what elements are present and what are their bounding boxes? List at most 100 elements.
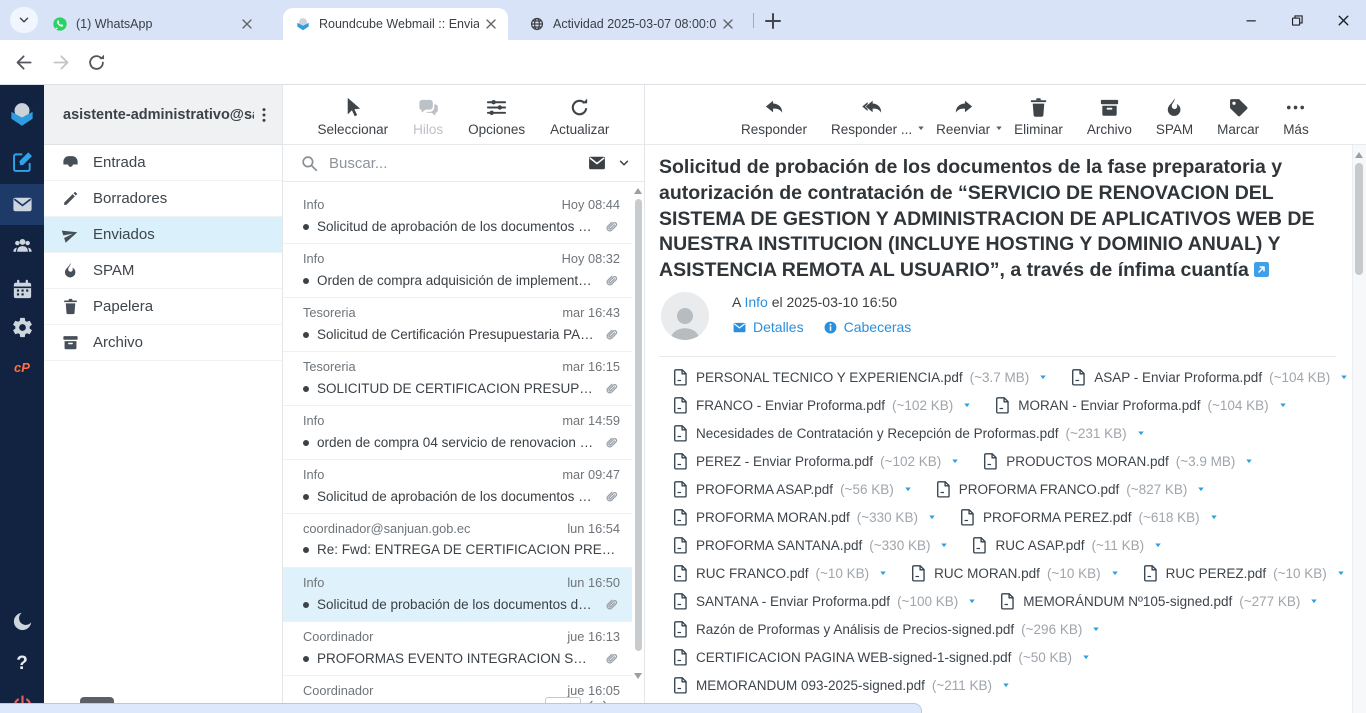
- external-link-icon[interactable]: [1254, 262, 1269, 277]
- list-toolbar-chat-button[interactable]: Hilos: [413, 96, 443, 137]
- attachment-chip[interactable]: ASAP - Enviar Proforma.pdf(~104 KB): [1070, 368, 1349, 387]
- mail-toolbar-tag-button[interactable]: Marcar: [1217, 96, 1259, 137]
- message-list-item[interactable]: InfoHoy 08:32Orden de compra adquisición…: [283, 244, 632, 298]
- minimize-button[interactable]: [1228, 0, 1274, 40]
- rail-help[interactable]: ?: [0, 643, 44, 684]
- attachment-chip[interactable]: Razón de Proformas y Análisis de Precios…: [672, 620, 1101, 639]
- folder-item-enviados[interactable]: Enviados: [44, 217, 282, 253]
- back-button[interactable]: [14, 52, 35, 73]
- tab-close-button[interactable]: [720, 16, 736, 32]
- reload-button[interactable]: [86, 52, 107, 73]
- rail-contacts[interactable]: [0, 225, 44, 266]
- attachment-chip[interactable]: RUC ASAP.pdf(~11 KB): [971, 536, 1163, 555]
- attachment-menu-caret-icon[interactable]: [939, 540, 949, 550]
- mail-toolbar-reply-button[interactable]: Responder: [741, 96, 807, 137]
- attachment-menu-caret-icon[interactable]: [967, 596, 977, 606]
- mail-toolbar-fire-button[interactable]: SPAM: [1156, 96, 1193, 137]
- reading-scrollbar-thumb[interactable]: [1355, 163, 1363, 275]
- folder-item-spam[interactable]: SPAM: [44, 253, 282, 289]
- dropdown-caret-icon[interactable]: [916, 123, 926, 133]
- mail-toolbar-reply-all-button[interactable]: Responder ...: [831, 96, 912, 137]
- attachment-chip[interactable]: Necesidades de Contratación y Recepción …: [672, 424, 1146, 443]
- restore-button[interactable]: [1274, 0, 1320, 40]
- attachment-menu-caret-icon[interactable]: [1153, 540, 1163, 550]
- attachment-menu-caret-icon[interactable]: [1038, 372, 1048, 382]
- attachment-chip[interactable]: PROFORMA SANTANA.pdf(~330 KB): [672, 536, 949, 555]
- tab-close-button[interactable]: [483, 16, 499, 32]
- attachment-chip[interactable]: PRODUCTOS MORAN.pdf(~3.9 MB): [982, 452, 1254, 471]
- attachment-chip[interactable]: SANTANA - Enviar Proforma.pdf(~100 KB): [672, 592, 977, 611]
- forward-button[interactable]: [50, 52, 71, 73]
- rail-compose[interactable]: [0, 142, 44, 183]
- attachment-menu-caret-icon[interactable]: [1091, 624, 1101, 634]
- attachment-chip[interactable]: PROFORMA FRANCO.pdf(~827 KB): [935, 480, 1207, 499]
- search-options-chevron-icon[interactable]: [617, 156, 631, 170]
- attachment-chip[interactable]: PROFORMA MORAN.pdf(~330 KB): [672, 508, 937, 527]
- attachment-menu-caret-icon[interactable]: [903, 484, 913, 494]
- attachment-menu-caret-icon[interactable]: [1209, 512, 1219, 522]
- attachment-chip[interactable]: RUC FRANCO.pdf(~10 KB): [672, 564, 888, 583]
- message-list-item[interactable]: Tesoreriamar 16:15SOLICITUD DE CERTIFICA…: [283, 352, 632, 406]
- message-list-item[interactable]: InfoHoy 08:44Solicitud de aprobación de …: [283, 190, 632, 244]
- mail-toolbar-forward-mail-button[interactable]: Reenviar: [936, 96, 990, 137]
- account-menu-icon[interactable]: [254, 105, 274, 125]
- list-toolbar-cursor-button[interactable]: Seleccionar: [318, 96, 389, 137]
- message-list-item[interactable]: coordinador@sanjuan.gob.eclun 16:54Re: F…: [283, 514, 632, 568]
- folder-item-archivo[interactable]: Archivo: [44, 325, 282, 361]
- folder-item-borradores[interactable]: Borradores: [44, 181, 282, 217]
- attachment-chip[interactable]: PERSONAL TECNICO Y EXPERIENCIA.pdf(~3.7 …: [672, 368, 1048, 387]
- attachment-menu-caret-icon[interactable]: [1336, 568, 1346, 578]
- attachment-menu-caret-icon[interactable]: [1001, 680, 1011, 690]
- list-toolbar-sliders-button[interactable]: Opciones: [468, 96, 525, 137]
- attachment-chip[interactable]: RUC MORAN.pdf(~10 KB): [910, 564, 1119, 583]
- mail-toolbar-dots-button[interactable]: Más: [1283, 96, 1309, 137]
- attachment-menu-caret-icon[interactable]: [962, 400, 972, 410]
- attachment-menu-caret-icon[interactable]: [1081, 652, 1091, 662]
- browser-tab[interactable]: Roundcube Webmail :: Enviados: [283, 8, 508, 40]
- browser-tab[interactable]: Actividad 2025-03-07 08:00:00: [517, 8, 745, 40]
- rail-cpanel[interactable]: cP: [0, 347, 44, 388]
- mail-toolbar-trash-button[interactable]: Eliminar: [1014, 96, 1063, 137]
- message-list-item[interactable]: Infomar 09:47Solicitud de aprobación de …: [283, 460, 632, 514]
- rail-settings[interactable]: [0, 307, 44, 348]
- attachment-chip[interactable]: PROFORMA ASAP.pdf(~56 KB): [672, 480, 913, 499]
- attachment-menu-caret-icon[interactable]: [1309, 596, 1319, 606]
- attachment-menu-caret-icon[interactable]: [1339, 372, 1349, 382]
- tab-close-button[interactable]: [239, 16, 255, 32]
- attachment-chip[interactable]: PEREZ - Enviar Proforma.pdf(~102 KB): [672, 452, 960, 471]
- headers-link[interactable]: Cabeceras: [823, 319, 912, 335]
- attachment-menu-caret-icon[interactable]: [950, 456, 960, 466]
- recipient-link[interactable]: Info: [744, 294, 767, 310]
- list-scrollbar-thumb[interactable]: [635, 199, 642, 651]
- folder-item-entrada[interactable]: Entrada: [44, 145, 282, 181]
- dropdown-caret-icon[interactable]: [994, 123, 1004, 133]
- attachment-chip[interactable]: MEMORANDUM 093-2025-signed.pdf(~211 KB): [672, 676, 1011, 695]
- account-header[interactable]: asistente-administrativo@sa...: [44, 85, 282, 145]
- list-scrollbar-up[interactable]: [634, 188, 642, 194]
- attachment-chip[interactable]: CERTIFICACION PAGINA WEB-signed-1-signed…: [672, 648, 1091, 667]
- attachment-menu-caret-icon[interactable]: [927, 512, 937, 522]
- attachment-menu-caret-icon[interactable]: [1278, 400, 1288, 410]
- tab-search-button[interactable]: [10, 7, 38, 33]
- new-tab-button[interactable]: [761, 9, 785, 33]
- reading-scrollbar-up[interactable]: [1355, 152, 1363, 158]
- attachment-menu-caret-icon[interactable]: [878, 568, 888, 578]
- details-link[interactable]: Detalles: [732, 319, 804, 335]
- attachment-chip[interactable]: RUC PEREZ.pdf(~10 KB): [1142, 564, 1346, 583]
- attachment-chip[interactable]: MEMORÁNDUM Nº105-signed.pdf(~277 KB): [999, 592, 1319, 611]
- message-list-item[interactable]: Tesoreriamar 16:43Solicitud de Certifica…: [283, 298, 632, 352]
- rail-dark-mode[interactable]: [0, 601, 44, 642]
- mail-toolbar-archive-button[interactable]: Archivo: [1087, 96, 1132, 137]
- folder-item-papelera[interactable]: Papelera: [44, 289, 282, 325]
- message-list-item[interactable]: Infolun 16:50Solicitud de probación de l…: [283, 568, 632, 622]
- attachment-menu-caret-icon[interactable]: [1244, 456, 1254, 466]
- message-list-item[interactable]: Infomar 14:59orden de compra 04 servicio…: [283, 406, 632, 460]
- attachment-chip[interactable]: PROFORMA PEREZ.pdf(~618 KB): [959, 508, 1219, 527]
- browser-tab[interactable]: (1) WhatsApp: [40, 8, 264, 40]
- close-window-button[interactable]: [1320, 0, 1366, 40]
- rail-mail[interactable]: [0, 184, 44, 225]
- message-list-item[interactable]: Coordinadorjue 16:13PROFORMAS EVENTO INT…: [283, 622, 632, 676]
- list-toolbar-refresh-button[interactable]: Actualizar: [550, 96, 609, 137]
- rail-roundcube-logo[interactable]: [0, 93, 44, 134]
- rail-calendar[interactable]: [0, 269, 44, 310]
